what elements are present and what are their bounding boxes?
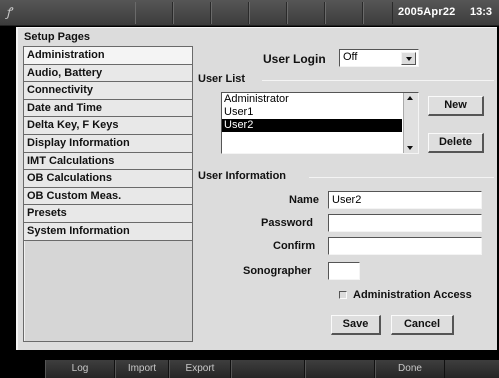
nav-item-ob-calculations[interactable]: OB Calculations bbox=[24, 170, 192, 188]
password-field[interactable] bbox=[328, 214, 482, 232]
nav-item-audio-battery[interactable]: Audio, Battery bbox=[24, 64, 192, 83]
status-segment bbox=[287, 2, 325, 24]
save-button[interactable]: Save bbox=[331, 315, 381, 335]
nav-item-connectivity[interactable]: Connectivity bbox=[24, 82, 192, 100]
done-softkey[interactable]: Done bbox=[375, 360, 445, 378]
list-item-user2[interactable]: User2 bbox=[222, 119, 402, 132]
name-label: Name bbox=[289, 194, 319, 206]
import-softkey[interactable]: Import bbox=[115, 360, 169, 378]
administration-access-checkbox[interactable] bbox=[339, 291, 347, 299]
confirm-password-field[interactable] bbox=[328, 237, 482, 255]
list-item-administrator[interactable]: Administrator bbox=[222, 93, 402, 106]
user-list[interactable]: Administrator User1 User2 bbox=[221, 92, 419, 154]
setup-pages-nav: Administration Audio, Battery Connectivi… bbox=[23, 46, 193, 342]
sonosite-swoosh-icon: ꝭ bbox=[6, 5, 12, 19]
nav-item-delta-key[interactable]: Delta Key, F Keys bbox=[24, 117, 192, 135]
cancel-button[interactable]: Cancel bbox=[391, 315, 454, 335]
administration-access-label: Administration Access bbox=[353, 289, 472, 301]
blank-softkey[interactable] bbox=[305, 360, 375, 378]
ultrasound-screen: ꝭ 2005Apr22 13:3 Setup Pages Administrat… bbox=[0, 0, 499, 378]
status-segment bbox=[173, 2, 211, 24]
nav-item-imt-calculations[interactable]: IMT Calculations bbox=[24, 152, 192, 171]
export-softkey[interactable]: Export bbox=[169, 360, 231, 378]
time-display: 13:3 bbox=[470, 6, 493, 18]
nav-item-ob-custom-meas[interactable]: OB Custom Meas. bbox=[24, 187, 192, 206]
scroll-down-icon[interactable] bbox=[407, 146, 413, 150]
softkey-bar: Log Import Export Done bbox=[45, 360, 499, 378]
user-login-value: Off bbox=[343, 51, 358, 63]
new-user-button[interactable]: New bbox=[428, 96, 484, 116]
password-label: Password bbox=[261, 217, 313, 229]
nav-item-presets[interactable]: Presets bbox=[24, 205, 192, 223]
date-display: 2005Apr22 bbox=[398, 6, 456, 18]
list-scrollbar[interactable] bbox=[403, 93, 418, 153]
status-bar: ꝭ 2005Apr22 13:3 bbox=[0, 0, 499, 26]
section-divider bbox=[262, 80, 494, 81]
status-segment bbox=[135, 2, 173, 24]
section-divider bbox=[309, 177, 494, 178]
blank-softkey[interactable] bbox=[231, 360, 305, 378]
log-softkey[interactable]: Log bbox=[45, 360, 115, 378]
sonographer-label: Sonographer bbox=[243, 265, 312, 277]
status-segment bbox=[211, 2, 249, 24]
nav-item-system-information[interactable]: System Information bbox=[24, 222, 192, 241]
nav-item-date-and-time[interactable]: Date and Time bbox=[24, 99, 192, 118]
status-segment bbox=[249, 2, 287, 24]
nav-item-display-information[interactable]: Display Information bbox=[24, 134, 192, 153]
scroll-up-icon[interactable] bbox=[407, 96, 413, 100]
user-login-select[interactable]: Off bbox=[339, 49, 419, 67]
sonographer-field[interactable] bbox=[328, 262, 360, 280]
dropdown-arrow-icon[interactable] bbox=[401, 52, 416, 65]
user-login-label: User Login bbox=[263, 52, 326, 66]
setup-pages-title: Setup Pages bbox=[24, 31, 91, 43]
status-segment bbox=[363, 2, 393, 24]
name-field[interactable]: User2 bbox=[328, 191, 482, 209]
user-information-label: User Information bbox=[198, 170, 287, 182]
delete-user-button[interactable]: Delete bbox=[428, 133, 484, 153]
confirm-label: Confirm bbox=[273, 240, 316, 252]
nav-empty-area bbox=[24, 241, 192, 341]
status-segment bbox=[325, 2, 363, 24]
nav-item-administration[interactable]: Administration bbox=[24, 47, 192, 65]
user-list-label: User List bbox=[198, 73, 246, 85]
list-item-user1[interactable]: User1 bbox=[222, 106, 402, 119]
setup-panel: Setup Pages Administration Audio, Batter… bbox=[16, 27, 497, 350]
